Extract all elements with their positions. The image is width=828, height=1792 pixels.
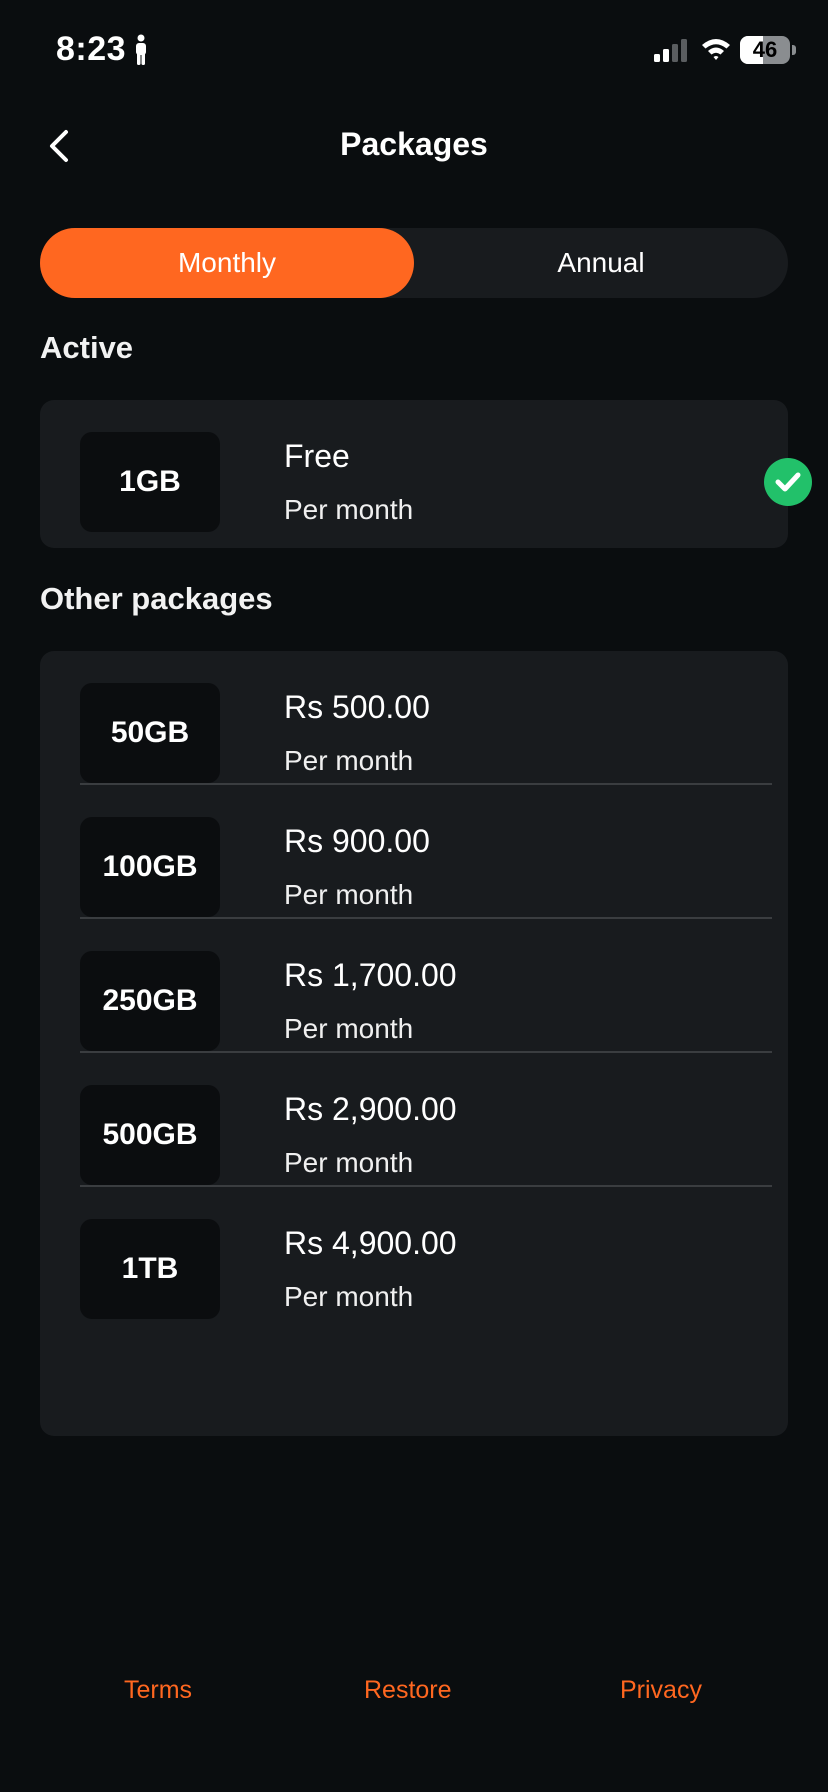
cellular-signal-icon	[654, 39, 687, 62]
package-price: Rs 2,900.00	[284, 1091, 457, 1127]
terms-link[interactable]: Terms	[124, 1676, 192, 1705]
restore-link[interactable]: Restore	[364, 1676, 452, 1705]
battery-cap	[792, 45, 796, 55]
package-price: Free	[284, 438, 350, 474]
other-packages-card: 50GB Rs 500.00 Per month 100GB Rs 900.00…	[40, 651, 788, 1436]
package-price: Rs 900.00	[284, 823, 430, 859]
battery-body: 46	[740, 36, 790, 64]
packages-screen: 8:23 46 Packages Monthly Annual Active 1…	[0, 0, 828, 1792]
package-size: 1TB	[80, 1219, 220, 1319]
person-icon	[136, 34, 146, 65]
package-period: Per month	[284, 494, 414, 525]
battery-level: 46	[752, 37, 778, 62]
package-row-250gb[interactable]: 250GB Rs 1,700.00 Per month	[80, 919, 772, 1053]
tab-annual[interactable]: Annual	[414, 228, 788, 298]
package-period: Per month	[284, 1281, 414, 1312]
check-circle-icon	[764, 458, 812, 506]
package-size: 100GB	[80, 817, 220, 917]
wifi-icon	[702, 39, 730, 60]
package-row-100gb[interactable]: 100GB Rs 900.00 Per month	[80, 785, 772, 919]
other-packages-label: Other packages	[40, 581, 273, 616]
package-size: 500GB	[80, 1085, 220, 1185]
package-row-50gb[interactable]: 50GB Rs 500.00 Per month	[80, 651, 772, 785]
status-bar: 8:23 46	[0, 0, 828, 100]
billing-period-toggle: Monthly Annual	[40, 228, 788, 298]
privacy-link[interactable]: Privacy	[620, 1676, 702, 1705]
package-price: Rs 500.00	[284, 689, 430, 725]
package-period: Per month	[284, 745, 414, 776]
package-price: Rs 4,900.00	[284, 1225, 457, 1261]
package-size: 250GB	[80, 951, 220, 1051]
page-title: Packages	[340, 126, 488, 162]
battery-indicator: 46	[740, 36, 796, 64]
active-package-row[interactable]: 1GB Free Per month	[80, 400, 812, 534]
active-section-label: Active	[40, 330, 134, 365]
active-package-card: 1GB Free Per month	[40, 400, 812, 548]
package-period: Per month	[284, 1147, 414, 1178]
package-period: Per month	[284, 879, 414, 910]
package-period: Per month	[284, 1013, 414, 1044]
package-row-500gb[interactable]: 500GB Rs 2,900.00 Per month	[80, 1053, 772, 1187]
package-size: 1GB	[80, 432, 220, 532]
tab-monthly[interactable]: Monthly	[40, 228, 414, 298]
status-time: 8:23	[56, 30, 127, 68]
package-price: Rs 1,700.00	[284, 957, 457, 993]
package-size: 50GB	[80, 683, 220, 783]
package-row-1tb[interactable]: 1TB Rs 4,900.00 Per month	[80, 1187, 772, 1321]
